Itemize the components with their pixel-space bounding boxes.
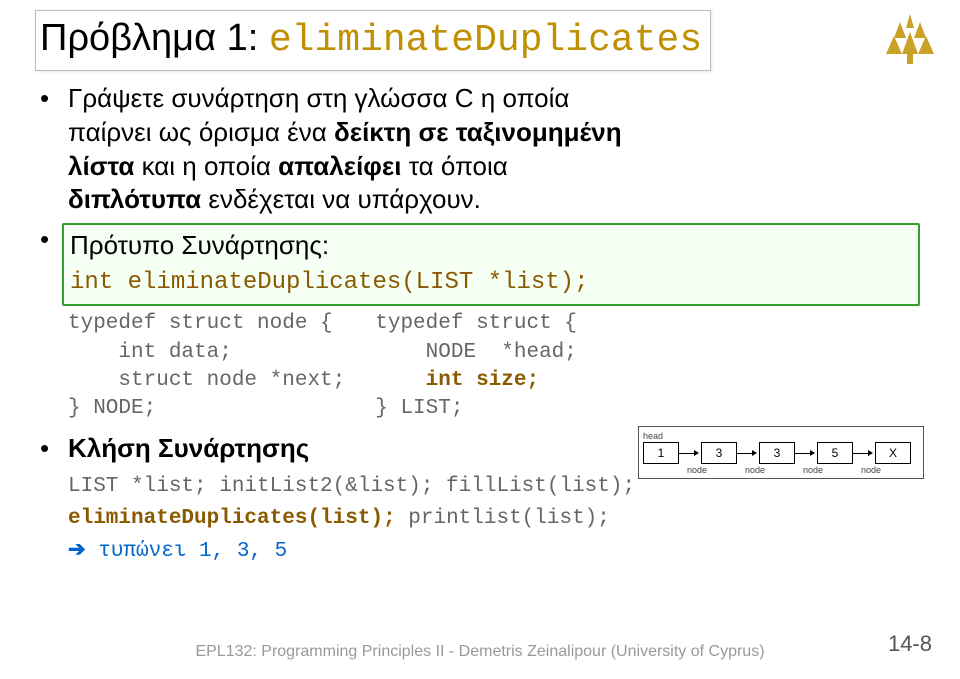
diagram-head-label: head [643, 431, 687, 441]
result-text: τυπώνει 1, 3, 5 [86, 540, 288, 563]
call-code: LIST *list; initList2(&list); fillList(l… [40, 471, 920, 568]
text-bold: λίστα [68, 151, 134, 181]
node-label: node [861, 465, 919, 475]
node-label: node [687, 465, 745, 475]
diagram-nodes: 1 3 3 5 X [643, 442, 919, 464]
bullet-description: Γράψετε συνάρτηση στη γλώσσα C η οποία π… [40, 82, 920, 217]
text-bold: δείκτη σε ταξινομημένη [334, 117, 622, 147]
text-bold: διπλότυπα [68, 184, 201, 214]
result-arrow-icon: ➔ [68, 538, 86, 561]
node-value: 3 [701, 442, 737, 464]
node-value: 3 [759, 442, 795, 464]
arrow-icon [795, 442, 817, 464]
slide: Πρόβλημα 1: eliminateDuplicates Γράψετε … [0, 0, 960, 679]
node-label: node [803, 465, 861, 475]
text: και η οποία [134, 151, 278, 181]
code-line [375, 369, 425, 392]
page-number: 14-8 [888, 631, 932, 657]
prototype-box: Πρότυπο Συνάρτησης: int eliminateDuplica… [62, 223, 920, 306]
node-label: node [745, 465, 803, 475]
footer-text: EPL132: Programming Principles II - Deme… [0, 643, 960, 661]
struct-definitions: typedef struct node { int data; struct n… [40, 310, 920, 423]
arrow-icon [679, 442, 701, 464]
text: Γράψετε συνάρτηση στη γλώσσα C η οποία [68, 83, 569, 113]
prototype-code: int eliminateDuplicates(LIST *list); [70, 269, 588, 296]
call-line-2-emph: eliminateDuplicates(list); [68, 507, 396, 530]
text: παίρνει ως όρισμα ένα [68, 117, 334, 147]
bullet-prototype: Πρότυπο Συνάρτησης: int eliminateDuplica… [40, 223, 920, 306]
node-value: 1 [643, 442, 679, 464]
title-code: eliminateDuplicates [269, 19, 702, 62]
arrow-icon [853, 442, 875, 464]
text: τα όποια [401, 151, 507, 181]
code-line-emph: int size; [426, 369, 539, 392]
title-text-prefix: Πρόβλημα 1: [40, 17, 269, 59]
content: Γράψετε συνάρτηση στη γλώσσα C η οποία π… [40, 82, 920, 568]
logo-icon [880, 8, 940, 73]
title-bar: Πρόβλημα 1: eliminateDuplicates [35, 10, 925, 71]
diagram-node-labels: node node node node [643, 465, 919, 475]
text-bold: απαλείφει [278, 151, 401, 181]
struct-node: typedef struct node { int data; struct n… [68, 310, 345, 423]
call-line-2: printlist(list); [396, 507, 610, 530]
node-value: 5 [817, 442, 853, 464]
slide-title: Πρόβλημα 1: eliminateDuplicates [35, 10, 711, 71]
code-line: typedef struct { [375, 312, 577, 335]
struct-list: typedef struct { NODE *head; int size; }… [375, 310, 577, 423]
code-line: } LIST; [375, 397, 463, 420]
call-line-1: LIST *list; initList2(&list); fillList(l… [68, 475, 635, 498]
prototype-header: Πρότυπο Συνάρτησης: [70, 230, 329, 260]
bullet-list: Γράψετε συνάρτηση στη γλώσσα C η οποία π… [40, 82, 920, 306]
arrow-icon [737, 442, 759, 464]
call-header: Κλήση Συνάρτησης [68, 433, 309, 463]
call-area: Κλήση Συνάρτησης head 1 3 3 5 X [40, 432, 920, 568]
linked-list-diagram: head 1 3 3 5 X node node node [638, 426, 924, 479]
node-null: X [875, 442, 911, 464]
code-line: NODE *head; [375, 341, 577, 364]
text: ενδέχεται να υπάρχουν. [201, 184, 481, 214]
